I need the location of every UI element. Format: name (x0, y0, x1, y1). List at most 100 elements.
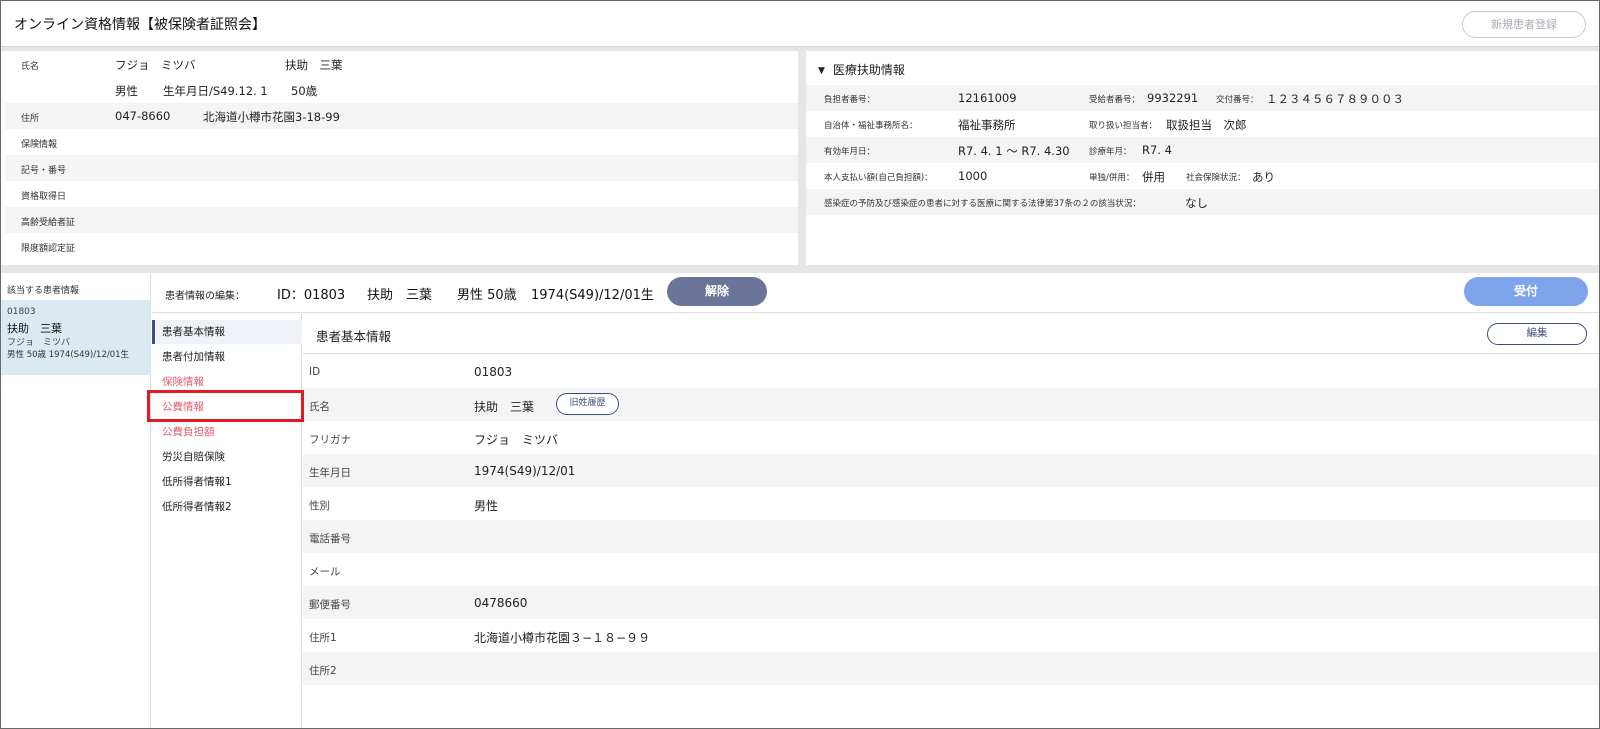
detail-row-sex: 性別 男性 (303, 487, 1599, 520)
patient-edit-bar: 患者情報の編集： ID：01803 扶助 三葉 男性 50歳 1974(S49)… (152, 273, 1599, 313)
edit-bar-sex-age: 男性 50歳 (457, 288, 517, 303)
detail-label: 住所2 (309, 665, 337, 677)
highlight-annotation-box (147, 390, 304, 422)
medical-aid-header[interactable]: ▼ 医療扶助情報 (818, 61, 905, 78)
office-label: 自治体・福祉事務所名： (824, 121, 918, 131)
patient-edit-section: 該当する患者情報 01803 扶助 三葉 フジョ ミツバ 男性 50歳 1974… (1, 273, 1599, 728)
age-value: 50歳 (291, 84, 318, 98)
detail-label: 郵便番号 (309, 599, 351, 611)
valid-label: 有効年月日： (824, 147, 876, 157)
detail-value: 北海道小樽市花園３−１８−９９ (474, 631, 651, 645)
info-row-limit: 限度額認定証 (5, 233, 798, 259)
menu-item-low-income-1[interactable]: 低所得者情報1 (152, 470, 302, 494)
detail-label: フリガナ (309, 434, 351, 446)
patient-menu: 患者基本情報 患者付加情報 保険情報 公費情報 公費負担額 労災自賠保険 低所得… (152, 314, 302, 728)
recipient-label: 受給者番号： (1089, 95, 1141, 105)
info-row-symbol: 記号・番号 (5, 155, 798, 181)
detail-label: ID (309, 366, 321, 378)
payer-label: 負担者番号： (824, 95, 876, 105)
treatment-label: 診療年月： (1089, 147, 1132, 157)
aid-row-numbers: 負担者番号： 12161009 受給者番号： 9932291 交付番号： １２３… (806, 85, 1599, 111)
detail-row-email: メール (303, 553, 1599, 586)
menu-item-basic[interactable]: 患者基本情報 (152, 320, 302, 344)
name-label: 氏名 (21, 62, 40, 72)
edit-bar-id: ID：01803 (277, 288, 346, 303)
detail-value: フジョ ミツバ (474, 433, 559, 447)
content-header: 患者基本情報 編集 (303, 314, 1599, 354)
new-patient-button[interactable]: 新規患者登録 (1462, 11, 1586, 38)
issue-value: １２３４５６７８９００３ (1266, 92, 1404, 106)
insurance-label: 保険情報 (21, 140, 58, 150)
single-value: 併用 (1142, 170, 1165, 184)
patient-card[interactable]: 01803 扶助 三葉 フジョ ミツバ 男性 50歳 1974(S49)/12/… (1, 300, 151, 375)
info-row-name: 氏名 フジョ ミツバ 扶助 三葉 (5, 51, 798, 77)
edit-bar-label: 患者情報の編集： (165, 291, 245, 302)
detail-row-address2: 住所2 (303, 652, 1599, 685)
info-row-qualification: 資格取得日 (5, 181, 798, 207)
qualification-label: 資格取得日 (21, 192, 67, 202)
detail-value: 男性 (474, 499, 499, 513)
name-kanji: 扶助 三葉 (285, 58, 343, 72)
handler-label: 取り扱い担当者： (1089, 121, 1158, 131)
detail-row-phone: 電話番号 (303, 520, 1599, 553)
detail-label: 性別 (309, 500, 330, 512)
panel-divider (798, 47, 806, 268)
info-row-address: 住所 047-8660 北海道小樽市花園3-18-99 (5, 103, 798, 129)
accept-button[interactable]: 受付 (1464, 277, 1588, 306)
content-title: 患者基本情報 (316, 329, 392, 344)
infection-label: 感染症の予防及び感染症の患者に対する医療に関する法律第37条の２の該当状況： (824, 199, 1141, 209)
menu-item-low-income-2[interactable]: 低所得者情報2 (152, 495, 302, 519)
patient-card-name: 扶助 三葉 (7, 322, 62, 335)
social-label: 社会保険状況： (1186, 173, 1246, 183)
detail-row-name: 氏名 扶助 三葉 旧姓履歴 (303, 388, 1599, 421)
single-label: 単独/併用： (1089, 173, 1135, 183)
medical-aid-title: 医療扶助情報 (832, 63, 905, 77)
infection-value: なし (1185, 196, 1208, 210)
valid-value: R7. 4. 1 〜 R7. 4.30 (958, 144, 1070, 158)
detail-row-address1: 住所1 北海道小樽市花園３−１８−９９ (303, 619, 1599, 652)
patient-list-title: 該当する患者情報 (7, 286, 80, 296)
patient-card-kana: フジョ ミツバ (7, 338, 71, 348)
detail-label: 氏名 (309, 401, 330, 413)
detail-label: 住所1 (309, 632, 337, 644)
release-button[interactable]: 解除 (667, 277, 767, 306)
social-value: あり (1252, 170, 1275, 184)
info-row-insurance: 保険情報 (5, 129, 798, 155)
address-value: 北海道小樽市花園3-18-99 (203, 110, 340, 124)
self-pay-value: 1000 (958, 169, 988, 183)
symbol-label: 記号・番号 (21, 166, 67, 176)
section-divider (1, 265, 1599, 273)
edit-button[interactable]: 編集 (1487, 323, 1587, 345)
old-name-history-button[interactable]: 旧姓履歴 (556, 393, 619, 415)
self-pay-label: 本人支払い額(自己負担額)： (824, 173, 933, 183)
detail-value: 01803 (474, 365, 513, 379)
birth-value: 生年月日/S49.12. 1 (163, 84, 268, 98)
detail-value: 扶助 三葉 (474, 400, 535, 414)
limit-label: 限度額認定証 (21, 244, 76, 254)
collapse-triangle-icon[interactable]: ▼ (818, 66, 825, 76)
detail-label: 生年月日 (309, 467, 351, 479)
edit-bar-name: 扶助 三葉 (367, 288, 433, 303)
aid-row-infection: 感染症の予防及び感染症の患者に対する医療に関する法律第37条の２の該当状況： な… (806, 189, 1599, 215)
detail-row-birth: 生年月日 1974(S49)/12/01 (303, 454, 1599, 487)
name-kana: フジョ ミツバ (115, 58, 196, 72)
address-label: 住所 (21, 114, 40, 124)
header-bar: オンライン資格情報【被保険者証照会】 新規患者登録 (1, 1, 1599, 47)
sex-value: 男性 (115, 84, 138, 98)
detail-row-postal: 郵便番号 0478660 (303, 586, 1599, 619)
payer-value: 12161009 (958, 91, 1017, 105)
detail-row-kana: フリガナ フジョ ミツバ (303, 421, 1599, 454)
detail-label: 電話番号 (309, 533, 351, 545)
menu-item-public-burden[interactable]: 公費負担額 (152, 420, 302, 444)
menu-item-workers-comp[interactable]: 労災自賠保険 (152, 445, 302, 469)
insured-info-panel: 氏名 フジョ ミツバ 扶助 三葉 男性 生年月日/S49.12. 1 50歳 住… (5, 51, 798, 265)
patient-list: 該当する患者情報 01803 扶助 三葉 フジョ ミツバ 男性 50歳 1974… (1, 273, 151, 728)
patient-basic-info: 患者基本情報 編集 ID 01803 氏名 扶助 三葉 旧姓履歴 フリガナ フジ… (303, 314, 1599, 728)
aid-row-office: 自治体・福祉事務所名： 福祉事務所 取り扱い担当者： 取扱担当 次郎 (806, 111, 1599, 137)
postal-value: 047-8660 (115, 109, 171, 123)
menu-item-additional[interactable]: 患者付加情報 (152, 345, 302, 369)
medical-aid-panel: ▼ 医療扶助情報 負担者番号： 12161009 受給者番号： 9932291 交… (806, 51, 1599, 265)
detail-value: 0478660 (474, 596, 528, 610)
issue-label: 交付番号： (1216, 95, 1259, 105)
handler-value: 取扱担当 次郎 (1166, 118, 1247, 132)
